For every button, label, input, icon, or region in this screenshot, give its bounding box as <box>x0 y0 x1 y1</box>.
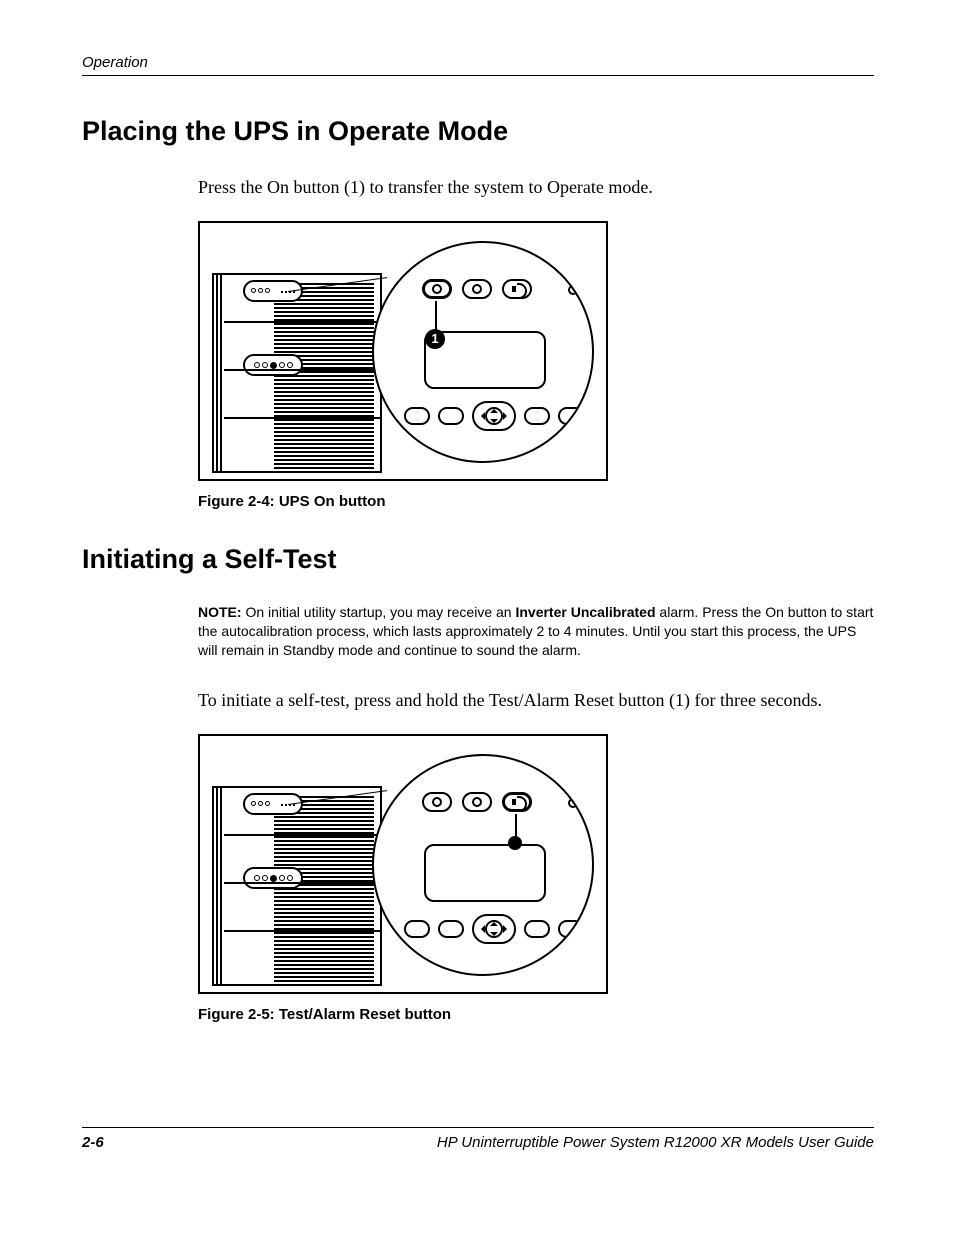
nav-right-icon <box>524 920 550 938</box>
figure-2-4-caption: Figure 2-4: UPS On button <box>198 493 874 510</box>
enter-button-icon <box>558 920 584 938</box>
test-alarm-button-icon <box>502 792 532 812</box>
footer-page-number: 2-6 <box>82 1134 104 1151</box>
esc-button-icon <box>404 920 430 938</box>
enter-button-icon <box>558 407 584 425</box>
figure-2-5 <box>198 734 608 994</box>
note-block: NOTE: On initial utility startup, you ma… <box>198 603 874 660</box>
detail-circle: 1 <box>372 241 594 463</box>
dpad-icon <box>472 914 516 944</box>
footer-doc-title: HP Uninterruptible Power System R12000 X… <box>437 1134 874 1151</box>
nav-right-icon <box>524 407 550 425</box>
test-alarm-button-icon <box>502 279 532 299</box>
header-rule <box>82 75 874 76</box>
nav-left-icon <box>438 920 464 938</box>
running-head: Operation <box>82 54 874 71</box>
note-label: NOTE: <box>198 604 242 620</box>
body-self-test: To initiate a self-test, press and hold … <box>198 688 874 712</box>
dpad-icon <box>472 401 516 431</box>
figure-2-4: 1 <box>198 221 608 481</box>
standby-button-icon <box>462 279 492 299</box>
rack-illustration-2 <box>212 786 382 986</box>
body-operate-mode: Press the On button (1) to transfer the … <box>198 175 874 199</box>
on-button-icon <box>422 792 452 812</box>
heading-self-test: Initiating a Self-Test <box>82 544 874 575</box>
figure-2-5-caption: Figure 2-5: Test/Alarm Reset button <box>198 1006 874 1023</box>
detail-circle-2 <box>372 754 594 976</box>
note-text-pre: On initial utility startup, you may rece… <box>242 604 516 620</box>
lcd-icon <box>424 844 546 902</box>
note-bold: Inverter Uncalibrated <box>515 604 655 620</box>
footer: 2-6 HP Uninterruptible Power System R120… <box>82 1127 874 1151</box>
nav-left-icon <box>438 407 464 425</box>
on-button-icon <box>422 279 452 299</box>
standby-button-icon <box>462 792 492 812</box>
footer-rule <box>82 1127 874 1128</box>
esc-button-icon <box>404 407 430 425</box>
heading-operate-mode: Placing the UPS in Operate Mode <box>82 116 874 147</box>
rack-illustration <box>212 273 382 473</box>
